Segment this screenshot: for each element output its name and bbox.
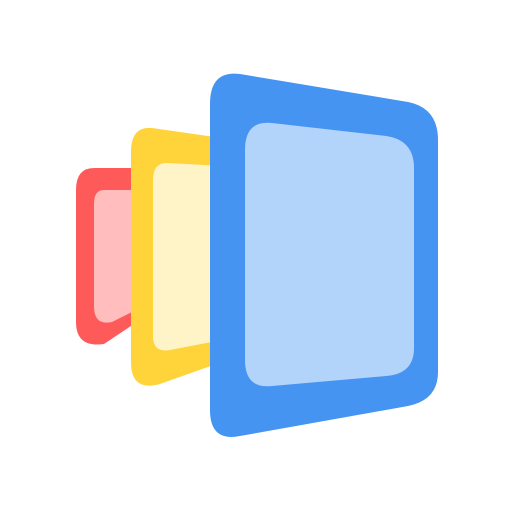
yellow-panel [131,127,222,386]
red-panel [76,168,140,345]
stacked-panels-icon [0,0,512,512]
blue-panel-fill [245,122,414,387]
blue-panel [210,73,438,437]
app-icon [0,0,512,512]
